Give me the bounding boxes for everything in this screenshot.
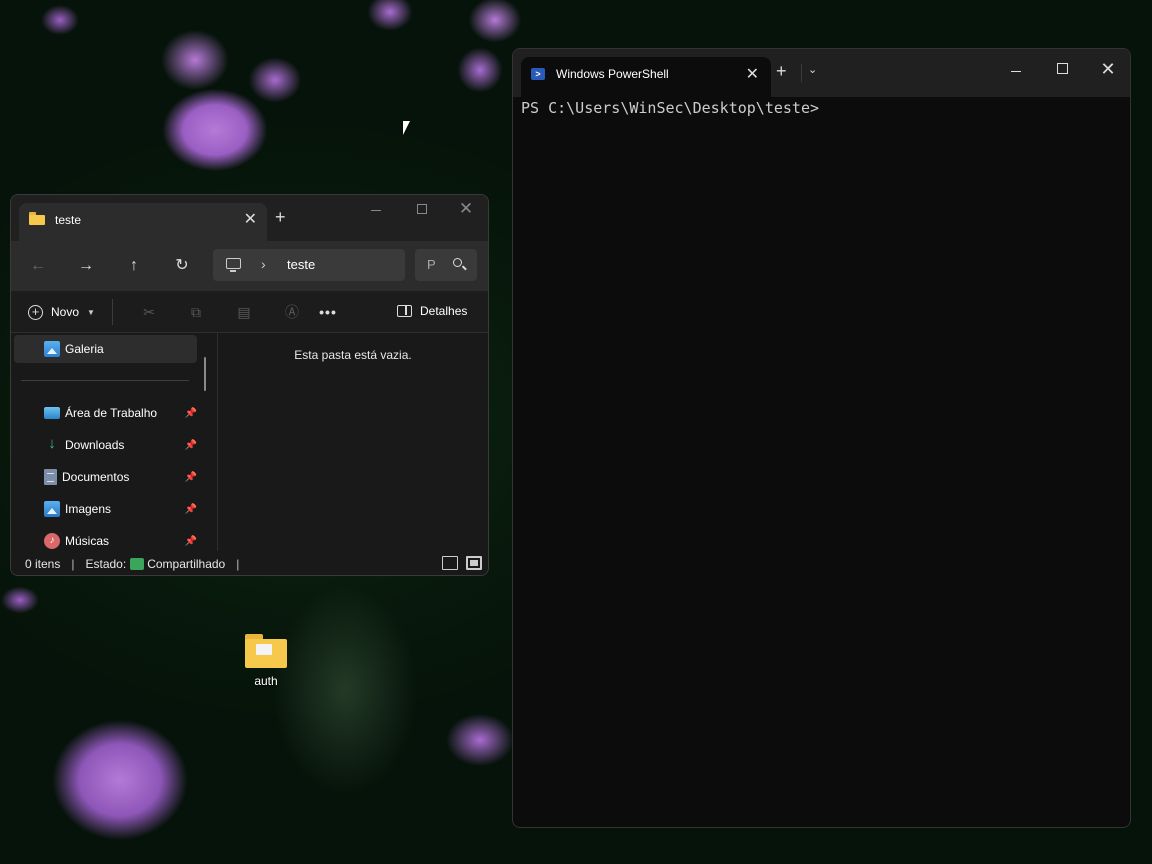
more-options-icon[interactable]: ••• bbox=[318, 302, 338, 322]
sidebar-item-area-de-trabalho[interactable]: Área de Trabalho 📌 bbox=[14, 399, 197, 427]
pin-icon[interactable]: 📌 bbox=[185, 472, 197, 483]
explorer-body: Galeria Área de Trabalho 📌 ↓ Downloads 📌… bbox=[11, 333, 488, 551]
sidebar-item-label: Área de Trabalho bbox=[65, 406, 158, 420]
file-list-area[interactable]: Esta pasta está vazia. bbox=[218, 333, 488, 551]
empty-folder-message: Esta pasta está vazia. bbox=[294, 348, 412, 362]
sidebar-item-galeria[interactable]: Galeria bbox=[14, 335, 197, 363]
status-bar: 0 itens | Estado: Compartilhado | bbox=[11, 551, 488, 575]
sidebar-item-label: Galeria bbox=[65, 342, 104, 356]
terminal-tab-title: Windows PowerShell bbox=[556, 67, 669, 81]
close-tab-icon[interactable]: ✕ bbox=[746, 64, 759, 84]
pin-icon[interactable]: 📌 bbox=[185, 504, 197, 515]
titlebar-divider bbox=[801, 64, 802, 82]
tiles-view-icon[interactable] bbox=[466, 556, 482, 570]
command-prompt: PS C:\Users\WinSec\Desktop\teste> bbox=[521, 99, 820, 117]
up-arrow-icon[interactable]: ↑ bbox=[121, 253, 147, 279]
sidebar-scrollbar[interactable] bbox=[204, 357, 206, 391]
details-pane-icon bbox=[397, 305, 412, 317]
view-toggle bbox=[442, 556, 482, 570]
file-explorer-window: teste ✕ + ✕ ← → ↑ ↻ › teste P + Novo ▼ ✂… bbox=[10, 194, 489, 576]
folder-icon bbox=[244, 632, 288, 668]
minimize-button[interactable] bbox=[353, 199, 399, 223]
sidebar-item-documentos[interactable]: Documentos 📌 bbox=[14, 463, 197, 491]
new-button[interactable]: + Novo ▼ bbox=[28, 301, 95, 323]
sidebar-item-label: Documentos bbox=[62, 470, 130, 484]
gallery-icon bbox=[44, 341, 60, 357]
new-tab-button[interactable]: + bbox=[275, 207, 286, 228]
chevron-down-icon: ▼ bbox=[87, 307, 95, 317]
document-icon bbox=[44, 469, 57, 485]
maximize-button[interactable] bbox=[399, 199, 445, 223]
address-bar[interactable]: › teste bbox=[213, 249, 405, 281]
sidebar-item-label: Downloads bbox=[65, 438, 125, 452]
explorer-tab-title: teste bbox=[55, 213, 82, 227]
state-value: Compartilhado bbox=[147, 557, 226, 571]
chevron-right-icon[interactable]: › bbox=[261, 256, 266, 272]
powershell-window: > Windows PowerShell ✕ + ⌄ ✕ PS C:\Users… bbox=[512, 48, 1131, 828]
pin-icon[interactable]: 📌 bbox=[185, 408, 197, 419]
desktop-folder-auth[interactable]: auth bbox=[238, 632, 294, 688]
search-placeholder: P bbox=[427, 257, 436, 272]
back-arrow-icon[interactable]: ← bbox=[25, 253, 51, 279]
sidebar-item-downloads[interactable]: ↓ Downloads 📌 bbox=[14, 431, 197, 459]
terminal-tab[interactable]: > Windows PowerShell ✕ bbox=[521, 57, 771, 97]
details-button-label: Detalhes bbox=[420, 304, 468, 318]
new-button-label: Novo bbox=[51, 305, 80, 319]
desktop-icon-label: auth bbox=[254, 674, 278, 688]
details-view-icon[interactable] bbox=[442, 556, 458, 570]
minimize-button[interactable] bbox=[993, 59, 1039, 83]
state-label: Estado: bbox=[85, 557, 127, 571]
image-icon bbox=[44, 501, 60, 517]
maximize-button[interactable] bbox=[1039, 59, 1085, 83]
sidebar-item-label: Imagens bbox=[65, 502, 112, 516]
computer-icon bbox=[226, 258, 241, 272]
powershell-icon: > bbox=[531, 68, 545, 80]
refresh-icon[interactable]: ↻ bbox=[169, 253, 195, 279]
navigation-bar: ← → ↑ ↻ › teste P bbox=[11, 241, 488, 291]
explorer-titlebar: teste ✕ + ✕ bbox=[11, 195, 488, 241]
paste-icon[interactable]: ▤ bbox=[234, 302, 254, 322]
toolbar-divider bbox=[112, 299, 113, 325]
new-tab-button[interactable]: + bbox=[776, 61, 787, 82]
details-button[interactable]: Detalhes bbox=[397, 304, 467, 318]
folder-icon bbox=[29, 212, 45, 225]
sidebar-item-label: Músicas bbox=[65, 534, 110, 548]
shared-icon bbox=[130, 558, 145, 570]
mouse-cursor-icon bbox=[403, 121, 410, 135]
forward-arrow-icon[interactable]: → bbox=[73, 253, 99, 279]
explorer-tab[interactable]: teste ✕ bbox=[19, 203, 267, 241]
status-separator: | bbox=[236, 557, 240, 571]
breadcrumb-current[interactable]: teste bbox=[287, 257, 315, 272]
sidebar-item-imagens[interactable]: Imagens 📌 bbox=[14, 495, 197, 523]
terminal-titlebar: > Windows PowerShell ✕ + ⌄ ✕ bbox=[513, 49, 1130, 97]
pin-icon[interactable]: 📌 bbox=[185, 440, 197, 451]
close-tab-icon[interactable]: ✕ bbox=[244, 209, 257, 229]
close-window-button[interactable]: ✕ bbox=[1085, 59, 1130, 83]
close-window-button[interactable]: ✕ bbox=[443, 199, 488, 223]
navigation-pane: Galeria Área de Trabalho 📌 ↓ Downloads 📌… bbox=[11, 333, 217, 551]
search-input[interactable]: P bbox=[415, 249, 477, 281]
desktop-icon bbox=[44, 407, 60, 419]
music-icon: ♪ bbox=[44, 533, 60, 549]
cut-icon[interactable]: ✂ bbox=[139, 302, 159, 322]
chevron-down-icon[interactable]: ⌄ bbox=[808, 63, 817, 76]
command-bar: + Novo ▼ ✂ ⧉ ▤ Ⓐ ••• Detalhes bbox=[11, 291, 488, 333]
terminal-output[interactable]: PS C:\Users\WinSec\Desktop\teste> bbox=[521, 97, 819, 118]
pin-icon[interactable]: 📌 bbox=[185, 536, 197, 547]
download-icon: ↓ bbox=[48, 435, 56, 452]
item-count: 0 itens bbox=[25, 557, 61, 571]
rename-icon[interactable]: Ⓐ bbox=[282, 302, 302, 322]
sidebar-divider bbox=[21, 380, 189, 381]
plus-circle-icon: + bbox=[28, 304, 43, 320]
copy-icon[interactable]: ⧉ bbox=[186, 302, 206, 322]
status-separator: | bbox=[71, 557, 75, 571]
search-icon bbox=[453, 258, 462, 267]
